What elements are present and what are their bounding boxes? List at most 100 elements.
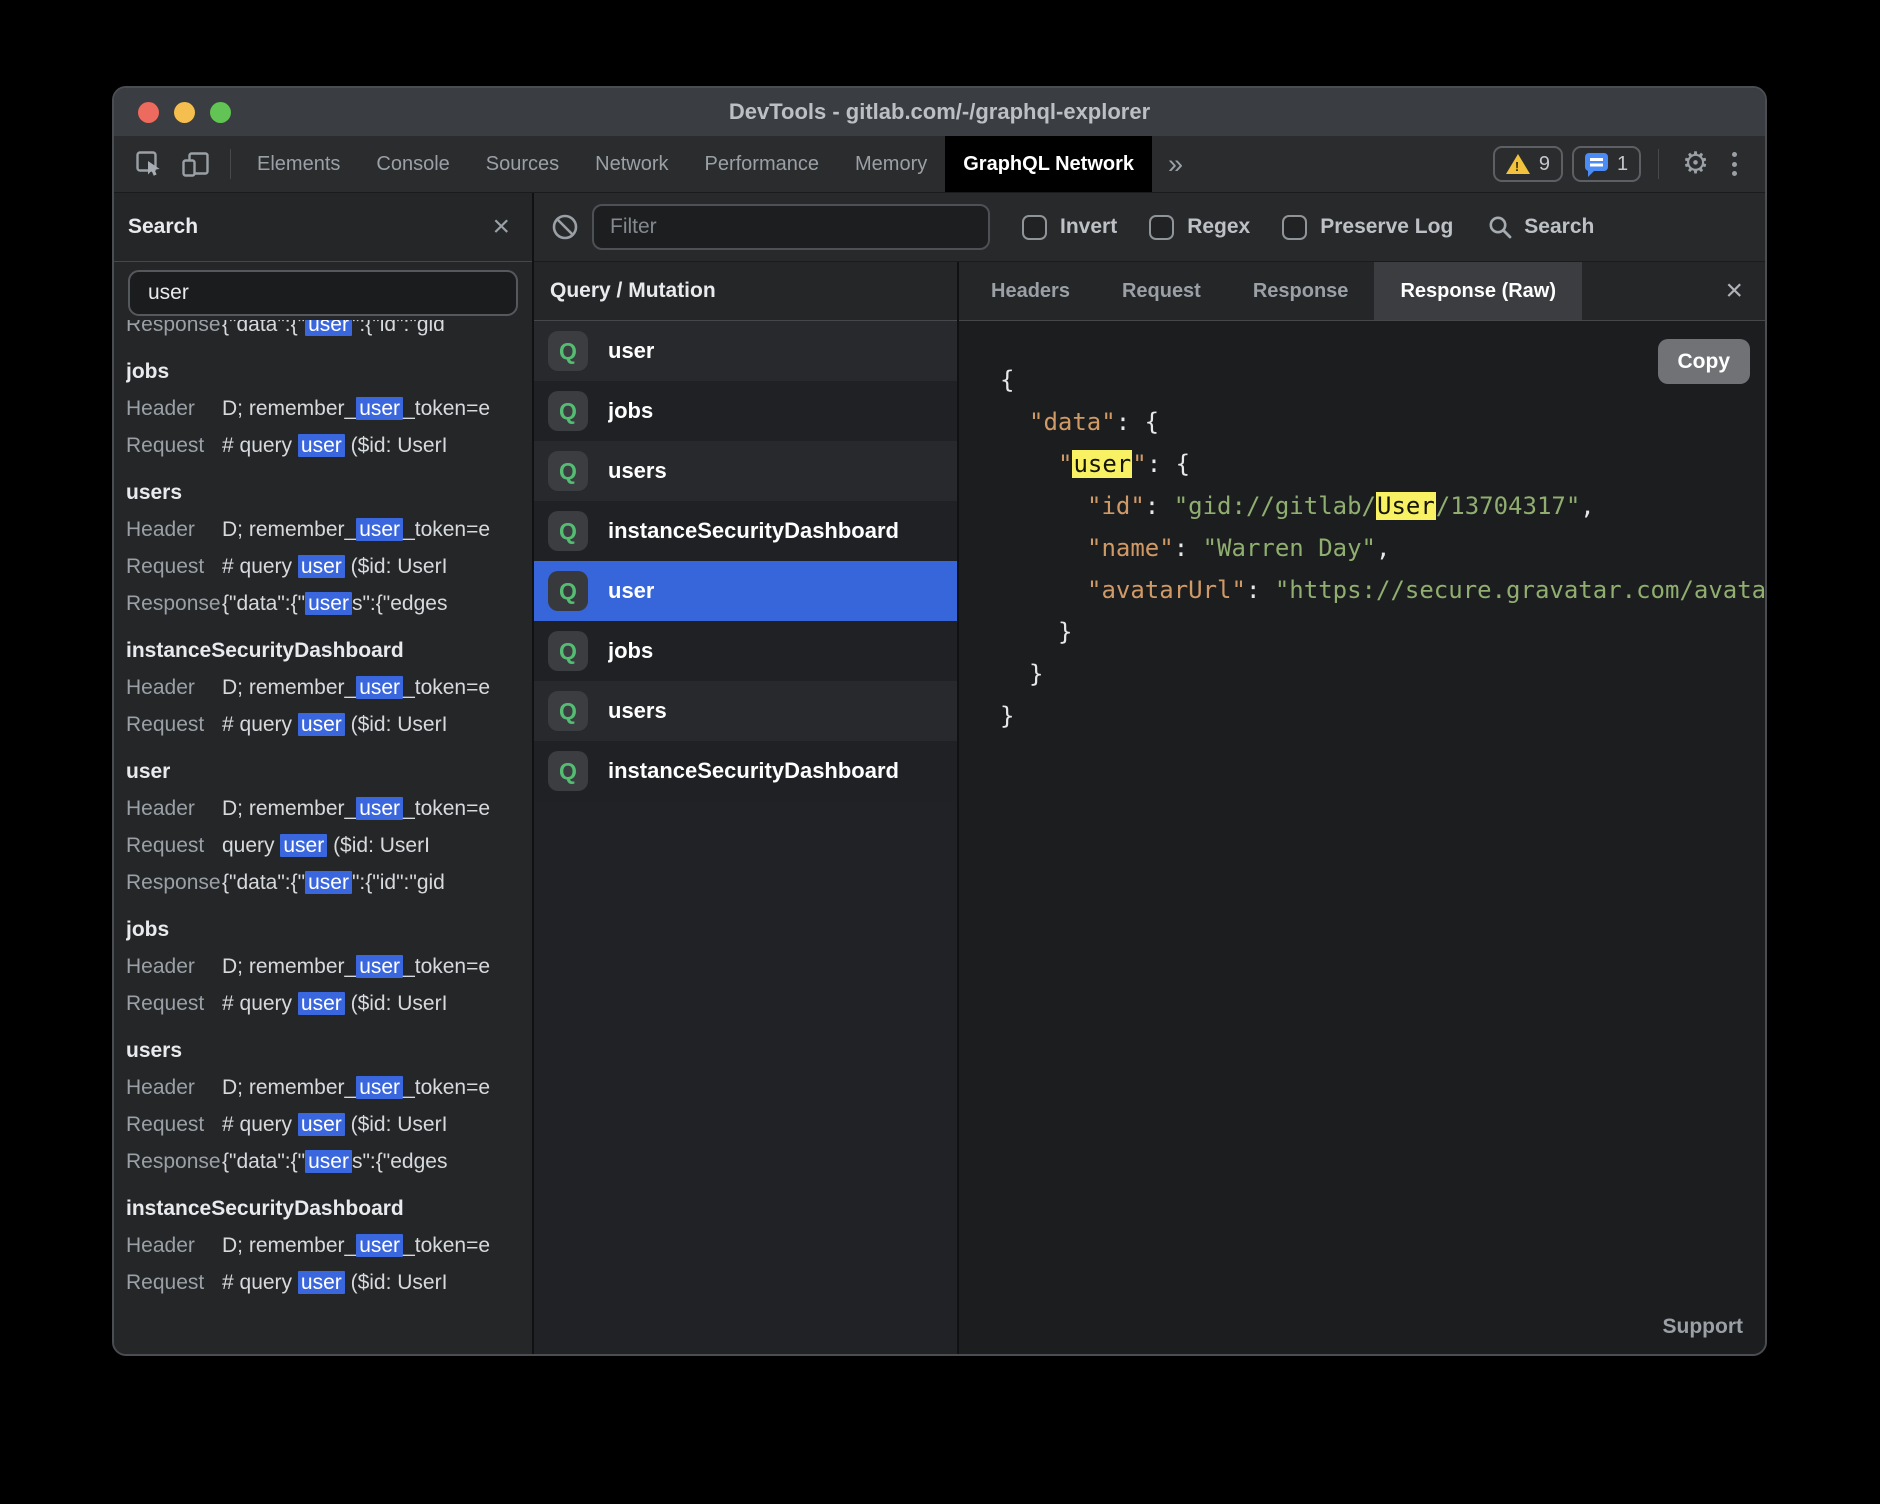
copy-button[interactable]: Copy	[1658, 339, 1751, 384]
regex-checkbox[interactable]	[1149, 215, 1174, 240]
query-item-label: jobs	[608, 398, 653, 424]
result-line[interactable]: HeaderD; remember_user_token=e	[126, 790, 532, 827]
result-line-text: {"data":{"	[222, 592, 305, 615]
result-line-text: s":{"edges	[352, 592, 447, 615]
search-panel: Search × Response{"data":{"user":{"id":"…	[114, 193, 534, 1354]
query-item-label: user	[608, 578, 654, 604]
issues-warning-badge[interactable]: ! 9	[1493, 146, 1563, 182]
query-item-user[interactable]: Quser	[534, 321, 957, 381]
result-line[interactable]: HeaderD; remember_user_token=e	[126, 948, 532, 985]
result-line-label: Header	[126, 948, 222, 985]
query-item-user[interactable]: Quser	[534, 561, 957, 621]
result-line-label: Request	[126, 827, 222, 864]
close-icon[interactable]: ×	[484, 212, 518, 242]
support-link[interactable]: Support	[1663, 1315, 1743, 1339]
result-line[interactable]: HeaderD; remember_user_token=e	[126, 669, 532, 706]
result-line[interactable]: Requestquery user ($id: UserI	[126, 827, 532, 864]
result-line-label: Response	[126, 320, 222, 343]
query-type-icon: Q	[548, 631, 588, 671]
query-item-users[interactable]: Qusers	[534, 681, 957, 741]
close-window-button[interactable]	[138, 102, 159, 123]
search-match-highlight: user	[280, 834, 327, 857]
result-line[interactable]: Response{"data":{"user":{"id":"gid	[126, 864, 532, 901]
device-toolbar-icon[interactable]	[180, 149, 212, 179]
tab-performance[interactable]: Performance	[687, 136, 838, 192]
clear-icon[interactable]	[550, 212, 580, 242]
query-item-instancesecuritydashboard[interactable]: QinstanceSecurityDashboard	[534, 501, 957, 561]
query-type-icon: Q	[548, 391, 588, 431]
invert-checkbox[interactable]	[1022, 215, 1047, 240]
response-raw-body: Copy { "data": { "user": { "id": "gid://…	[959, 321, 1765, 1354]
result-line-text: _token=e	[403, 676, 490, 699]
search-panel-title: Search	[128, 215, 198, 239]
tab-network[interactable]: Network	[577, 136, 686, 192]
tab-console[interactable]: Console	[358, 136, 467, 192]
result-section-heading: user	[126, 753, 532, 790]
result-line[interactable]: HeaderD; remember_user_token=e	[126, 1069, 532, 1106]
result-line[interactable]: Request# query user ($id: UserI	[126, 985, 532, 1022]
result-line[interactable]: Request# query user ($id: UserI	[126, 1264, 532, 1301]
response-panel: Headers Request Response Response (Raw) …	[959, 262, 1765, 1354]
query-item-jobs[interactable]: Qjobs	[534, 621, 957, 681]
search-input[interactable]	[128, 270, 518, 316]
json-line: "name": "Warren Day",	[1000, 527, 1765, 569]
search-match-highlight: user	[356, 518, 403, 541]
gear-icon[interactable]: ⚙	[1676, 149, 1715, 179]
result-line[interactable]: HeaderD; remember_user_token=e	[126, 1227, 532, 1264]
messages-badge[interactable]: 1	[1572, 146, 1641, 182]
query-item-instancesecuritydashboard[interactable]: QinstanceSecurityDashboard	[534, 741, 957, 801]
panel-tabs: ElementsConsoleSourcesNetworkPerformance…	[239, 136, 1152, 192]
result-line[interactable]: Response{"data":{"users":{"edges	[126, 585, 532, 622]
search-match-highlight: user	[305, 592, 352, 615]
result-line[interactable]: HeaderD; remember_user_token=e	[126, 511, 532, 548]
devtools-tab-bar: ElementsConsoleSourcesNetworkPerformance…	[114, 136, 1765, 193]
result-section-heading: users	[126, 1032, 532, 1069]
tab-sources[interactable]: Sources	[468, 136, 577, 192]
tab-headers[interactable]: Headers	[965, 262, 1096, 320]
tab-elements[interactable]: Elements	[239, 136, 358, 192]
zoom-window-button[interactable]	[210, 102, 231, 123]
result-line-text: _token=e	[403, 1234, 490, 1257]
tab-request[interactable]: Request	[1096, 262, 1227, 320]
preserve-log-checkbox[interactable]	[1282, 215, 1307, 240]
inspect-element-icon[interactable]	[134, 149, 164, 179]
search-match-highlight: user	[298, 992, 345, 1015]
query-type-icon: Q	[548, 451, 588, 491]
tab-memory[interactable]: Memory	[837, 136, 945, 192]
tab-response[interactable]: Response	[1227, 262, 1375, 320]
query-item-users[interactable]: Qusers	[534, 441, 957, 501]
window-controls	[138, 88, 231, 136]
minimize-window-button[interactable]	[174, 102, 195, 123]
more-tabs-icon[interactable]: »	[1152, 136, 1199, 192]
query-mutation-header: Query / Mutation	[534, 262, 957, 321]
tab-graphql-network[interactable]: GraphQL Network	[945, 136, 1152, 192]
result-line[interactable]: Request# query user ($id: UserI	[126, 427, 532, 464]
result-line-text: {"data":{"	[222, 871, 305, 894]
query-item-label: users	[608, 698, 667, 724]
result-line-label: Header	[126, 1227, 222, 1264]
result-line[interactable]: Response{"data":{"users":{"edges	[126, 1143, 532, 1180]
query-type-icon: Q	[548, 571, 588, 611]
close-icon[interactable]: ×	[1717, 276, 1765, 306]
result-line-text: _token=e	[403, 397, 490, 420]
result-line-label: Request	[126, 706, 222, 743]
more-options-icon[interactable]	[1724, 152, 1745, 176]
result-line-text: D; remember_	[222, 397, 356, 420]
filter-input[interactable]	[592, 204, 990, 250]
tab-response-raw[interactable]: Response (Raw)	[1374, 262, 1582, 320]
result-line[interactable]: Request# query user ($id: UserI	[126, 706, 532, 743]
search-toggle[interactable]: Search	[1487, 214, 1594, 241]
search-match-highlight: user	[298, 713, 345, 736]
result-line-text: _token=e	[403, 1076, 490, 1099]
result-line[interactable]: HeaderD; remember_user_token=e	[126, 390, 532, 427]
query-item-jobs[interactable]: Qjobs	[534, 381, 957, 441]
search-results: Response{"data":{"user":{"id":"gid jobsH…	[114, 320, 532, 1354]
result-line[interactable]: Request# query user ($id: UserI	[126, 548, 532, 585]
preserve-log-label: Preserve Log	[1320, 215, 1453, 239]
result-line[interactable]: Response{"data":{"user":{"id":"gid	[126, 320, 532, 343]
search-label: Search	[1524, 215, 1594, 239]
result-line[interactable]: Request# query user ($id: UserI	[126, 1106, 532, 1143]
json-line: {	[1000, 359, 1765, 401]
result-line-text: D; remember_	[222, 518, 356, 541]
result-line-label: Request	[126, 1106, 222, 1143]
